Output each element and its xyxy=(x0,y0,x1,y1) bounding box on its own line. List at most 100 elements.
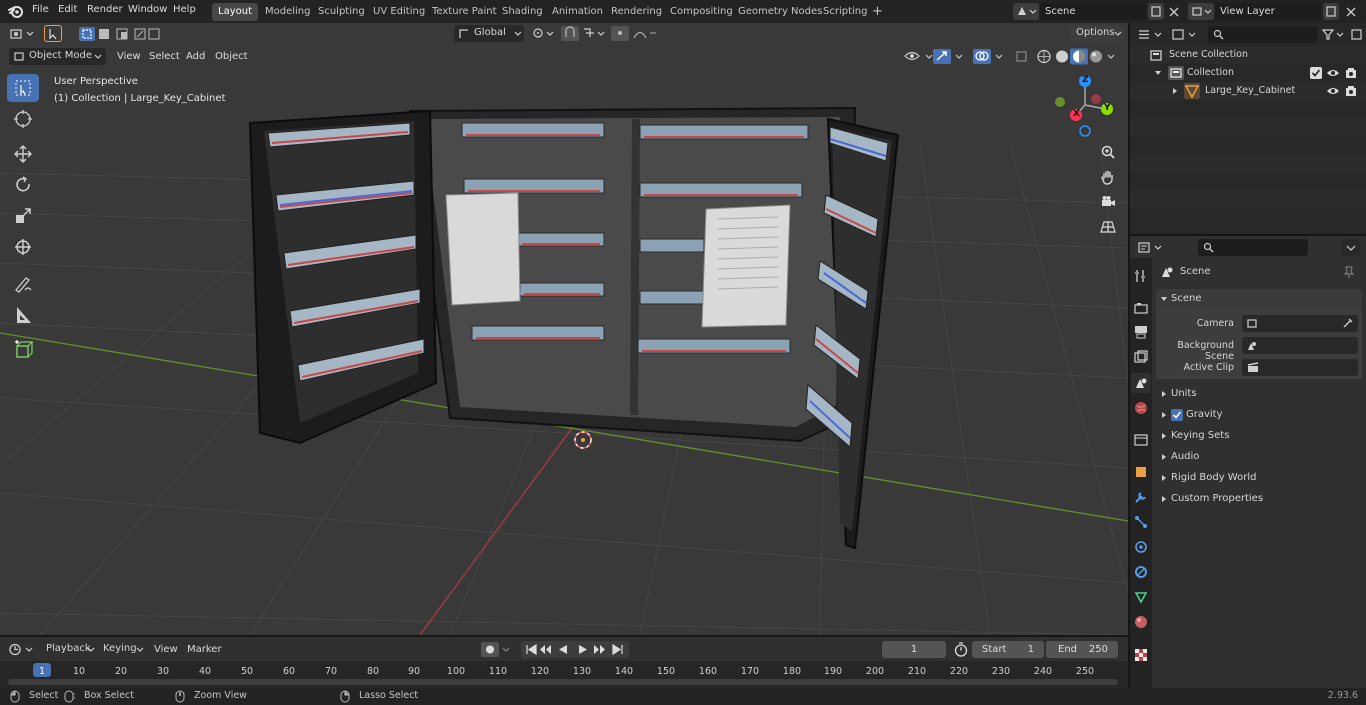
new-scene-icon[interactable] xyxy=(1148,3,1164,20)
zoom-view-icon[interactable] xyxy=(1096,140,1120,164)
transform-orientation-dropdown[interactable]: Global xyxy=(454,25,524,42)
outliner-row-collection[interactable]: Collection xyxy=(1130,64,1366,82)
object-visibility-eye-icon[interactable] xyxy=(1326,84,1340,98)
scene-name-field[interactable]: Scene xyxy=(1040,3,1146,20)
timeline-editor-type-icon[interactable] xyxy=(7,641,37,658)
tab-uv-editing[interactable]: UV Editing xyxy=(367,3,431,21)
tab-shading[interactable]: Shading xyxy=(496,3,549,21)
keying-menu[interactable]: Keying xyxy=(98,641,146,658)
physics-properties-tab-icon[interactable] xyxy=(1131,537,1151,557)
units-panel-header[interactable]: Units xyxy=(1156,384,1362,404)
gizmo-toggle-icon[interactable] xyxy=(932,48,968,65)
blender-logo-icon[interactable] xyxy=(8,4,24,19)
scene-panel-header[interactable]: Scene xyxy=(1156,289,1362,309)
playback-menu[interactable]: Playback xyxy=(40,641,96,658)
tool-move[interactable] xyxy=(7,140,39,168)
scene-properties-tab-icon[interactable] xyxy=(1131,373,1151,393)
auto-keying-record-icon[interactable] xyxy=(480,641,516,658)
tool-cursor[interactable] xyxy=(7,105,39,133)
gravity-checkbox[interactable] xyxy=(1171,409,1183,421)
camera-field[interactable] xyxy=(1242,315,1358,332)
visibility-filter-icon[interactable] xyxy=(902,48,936,65)
pin-icon[interactable] xyxy=(1342,265,1356,279)
view-layer-selector-button[interactable] xyxy=(1188,3,1214,20)
tool-rotate[interactable] xyxy=(7,171,39,199)
new-view-layer-icon[interactable] xyxy=(1323,3,1339,20)
tool-measure[interactable] xyxy=(7,301,39,329)
outliner-row-large-key-cabinet[interactable]: Large_Key_Cabinet xyxy=(1130,82,1366,100)
outliner-row-scene-collection[interactable]: Scene Collection xyxy=(1130,46,1366,64)
collection-render-camera-icon[interactable] xyxy=(1344,66,1358,80)
preview-range-stopwatch-icon[interactable] xyxy=(952,641,970,658)
xray-toggle-icon[interactable] xyxy=(1014,48,1030,65)
particles-properties-tab-icon[interactable] xyxy=(1131,512,1151,532)
menu-edit[interactable]: Edit xyxy=(58,4,77,15)
menu-view[interactable]: View xyxy=(112,48,146,65)
display-mode-icon[interactable] xyxy=(1170,26,1200,43)
menu-window[interactable]: Window xyxy=(128,4,167,15)
audio-panel-header[interactable]: Audio xyxy=(1156,447,1362,467)
add-workspace-button[interactable]: + xyxy=(866,3,889,21)
tool-properties-tab-icon[interactable] xyxy=(1131,266,1151,286)
viewport-shading-group[interactable] xyxy=(1034,48,1120,65)
tab-geometry-nodes[interactable]: Geometry Nodes xyxy=(732,3,828,21)
menu-select[interactable]: Select xyxy=(144,48,185,65)
data-properties-tab-icon[interactable] xyxy=(1131,587,1151,607)
texture-properties-tab-icon[interactable] xyxy=(1131,645,1151,665)
options-dropdown[interactable]: Options xyxy=(1070,25,1124,42)
current-frame-field[interactable]: 1 xyxy=(882,641,946,658)
tab-scripting[interactable]: Scripting xyxy=(817,3,873,21)
world-properties-tab-icon[interactable] xyxy=(1131,398,1151,418)
editor-type-button[interactable] xyxy=(7,25,37,42)
view-layer-properties-tab-icon[interactable] xyxy=(1131,347,1151,367)
menu-file[interactable]: File xyxy=(32,4,49,15)
background-scene-field[interactable] xyxy=(1242,337,1358,354)
timeline-scrollbar[interactable] xyxy=(8,679,1118,685)
proportional-editing-icon[interactable] xyxy=(610,25,658,42)
end-frame-field[interactable]: End 250 xyxy=(1046,641,1118,658)
tool-annotate[interactable] xyxy=(7,270,39,298)
menu-render[interactable]: Render xyxy=(87,4,123,15)
properties-options-dropdown[interactable] xyxy=(1342,239,1360,256)
timeline-menu-view[interactable]: View xyxy=(149,641,183,658)
active-clip-field[interactable] xyxy=(1242,359,1358,376)
scene-selector-button[interactable] xyxy=(1013,3,1039,20)
tab-animation[interactable]: Animation xyxy=(546,3,609,21)
start-frame-field[interactable]: Start 1 xyxy=(972,641,1044,658)
tool-add-cube[interactable] xyxy=(7,336,39,364)
modifier-properties-wrench-icon[interactable] xyxy=(1131,487,1151,507)
keying-sets-panel-header[interactable]: Keying Sets xyxy=(1156,426,1362,446)
delete-scene-icon[interactable] xyxy=(1166,3,1182,20)
filter-icon[interactable] xyxy=(1320,26,1348,43)
camera-view-icon[interactable] xyxy=(1096,190,1120,214)
tab-layout[interactable]: Layout xyxy=(212,3,258,21)
rigid-body-world-panel-header[interactable]: Rigid Body World xyxy=(1156,468,1362,488)
tool-transform[interactable] xyxy=(7,233,39,261)
object-mode-dropdown[interactable]: Object Mode xyxy=(9,48,106,65)
collection-visibility-eye-icon[interactable] xyxy=(1326,66,1340,80)
collection-exclude-checkbox[interactable] xyxy=(1310,67,1322,79)
pivot-point-icon[interactable] xyxy=(530,25,556,42)
outliner-editor-type-icon[interactable] xyxy=(1136,26,1166,43)
tool-scale[interactable] xyxy=(7,202,39,230)
collection-properties-tab-icon[interactable] xyxy=(1131,430,1151,450)
new-collection-icon[interactable] xyxy=(1350,26,1364,43)
tab-modeling[interactable]: Modeling xyxy=(259,3,317,21)
render-properties-tab-icon[interactable] xyxy=(1131,298,1151,318)
object-properties-tab-icon[interactable] xyxy=(1131,462,1151,482)
perspective-toggle-grid-icon[interactable] xyxy=(1096,215,1120,239)
pan-view-hand-icon[interactable] xyxy=(1096,165,1120,189)
tool-select-box[interactable] xyxy=(7,74,39,102)
properties-editor-type-icon[interactable] xyxy=(1136,239,1166,256)
menu-help[interactable]: Help xyxy=(173,4,196,15)
gravity-panel-header[interactable]: Gravity xyxy=(1156,405,1362,425)
object-render-camera-icon[interactable] xyxy=(1344,84,1358,98)
tab-compositing[interactable]: Compositing xyxy=(664,3,739,21)
select-tool-icon[interactable] xyxy=(44,25,62,42)
material-properties-tab-icon[interactable] xyxy=(1131,612,1151,632)
delete-view-layer-icon[interactable] xyxy=(1343,3,1359,20)
navigation-gizmo[interactable]: Z Y X xyxy=(1052,74,1122,140)
3d-viewport[interactable] xyxy=(0,23,1128,635)
selection-mode-group[interactable] xyxy=(77,26,161,42)
view-layer-field[interactable]: View Layer xyxy=(1215,3,1321,20)
